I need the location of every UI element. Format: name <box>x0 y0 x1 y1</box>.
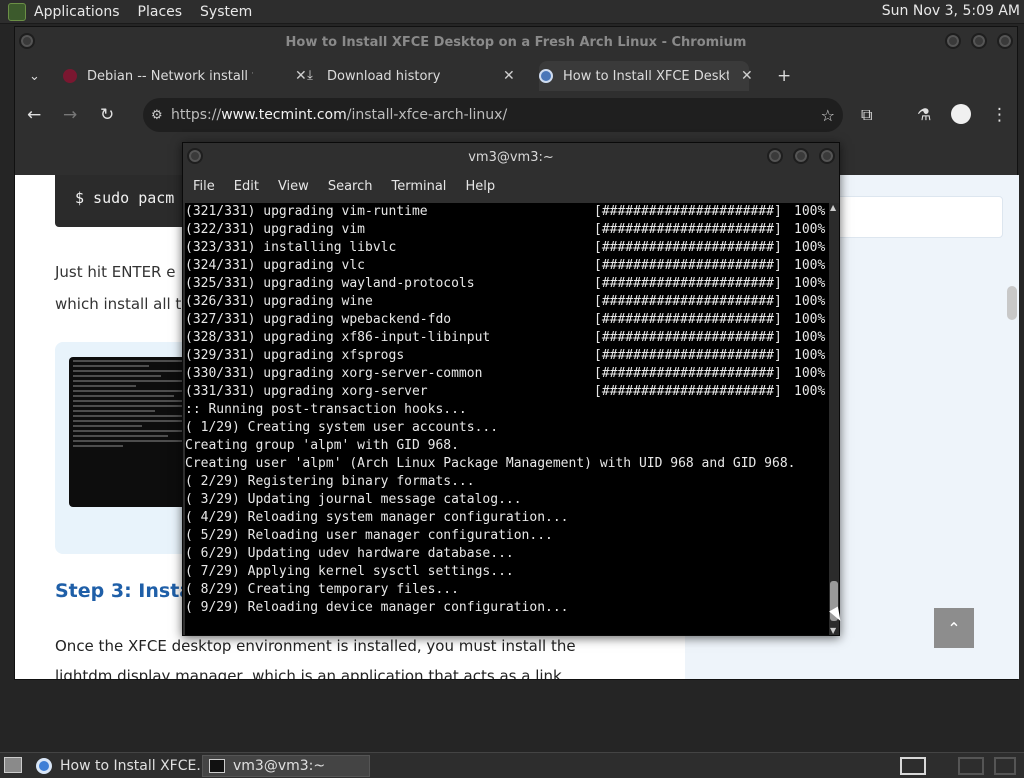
maximize-icon[interactable] <box>793 148 809 164</box>
menu-system[interactable]: System <box>200 4 252 20</box>
tab-strip: ⌄ Debian -- Network install fro ✕ ⤓ Down… <box>15 57 1017 93</box>
taskbar-item-terminal[interactable]: vm3@vm3:~ <box>202 755 370 777</box>
terminal-line: (325/331) upgrading wayland-protocols [##… <box>185 276 826 291</box>
terminal-menubar: File Edit View Search Terminal Help <box>183 171 839 201</box>
lab-flask-icon[interactable]: ⚗ <box>917 105 931 124</box>
sidebar-search-box[interactable] <box>835 196 1003 238</box>
terminal-title: vm3@vm3:~ <box>468 149 554 165</box>
browser-toolbar: ← → ↻ ⚙ https://www.tecmint.com/install-… <box>15 93 1017 137</box>
minimize-icon[interactable] <box>945 33 961 49</box>
kebab-menu-icon[interactable]: ⋮ <box>991 105 1008 125</box>
close-icon[interactable] <box>819 148 835 164</box>
screenshot-thumbnail[interactable] <box>69 357 195 507</box>
scroll-up-arrow-icon[interactable]: ▲ <box>830 203 836 212</box>
taskbar-item-label: vm3@vm3:~ <box>233 758 326 774</box>
top-panel: Applications Places System Sun Nov 3, 5:… <box>0 0 1024 24</box>
terminal-output[interactable]: (321/331) upgrading vim-runtime [########… <box>185 203 829 635</box>
panel-clock[interactable]: Sun Nov 3, 5:09 AM <box>882 3 1020 19</box>
globe-icon <box>539 69 553 83</box>
taskbar-item-label: How to Install XFCE... <box>60 758 200 774</box>
terminal-window: vm3@vm3:~ File Edit View Search Terminal… <box>182 142 840 636</box>
terminal-line: ( 4/29) Reloading system manager configu… <box>185 510 569 525</box>
tab-list-chevron-icon[interactable]: ⌄ <box>29 61 40 91</box>
terminal-line: (328/331) upgrading xf86-input-libinput[… <box>185 330 826 345</box>
url-text[interactable]: https://www.tecmint.com/install-xfce-arc… <box>171 107 507 123</box>
browser-titlebar[interactable]: How to Install XFCE Desktop on a Fresh A… <box>15 27 1017 57</box>
minimize-icon[interactable] <box>767 148 783 164</box>
menu-help[interactable]: Help <box>465 179 495 194</box>
profile-avatar-icon[interactable] <box>951 104 971 124</box>
workspace-3-icon[interactable] <box>994 757 1016 775</box>
terminal-line: ( 1/29) Creating system user accounts... <box>185 420 499 435</box>
terminal-line: ( 6/29) Updating udev hardware database.… <box>185 546 514 561</box>
tab-download-history[interactable]: ⤓ Download history ✕ <box>303 61 515 91</box>
new-tab-button[interactable]: + <box>777 61 791 91</box>
maximize-icon[interactable] <box>971 33 987 49</box>
menu-view[interactable]: View <box>278 179 309 194</box>
article-paragraph: which install all t <box>55 295 182 313</box>
terminal-line: :: Running post-transaction hooks... <box>185 402 467 417</box>
menu-edit[interactable]: Edit <box>234 179 259 194</box>
terminal-scrollbar[interactable]: ▲ ▼ <box>829 203 839 635</box>
terminal-line: (322/331) upgrading vim [################… <box>185 222 826 237</box>
terminal-line: (330/331) upgrading xorg-server-common [#… <box>185 366 826 381</box>
browser-title: How to Install XFCE Desktop on a Fresh A… <box>285 34 747 50</box>
terminal-line: (326/331) upgrading wine [###############… <box>185 294 826 309</box>
show-desktop-icon[interactable] <box>4 757 22 773</box>
terminal-line: Creating group 'alpm' with GID 968. <box>185 438 459 453</box>
terminal-line: (331/331) upgrading xorg-server [########… <box>185 384 826 399</box>
menu-file[interactable]: File <box>193 179 215 194</box>
menu-applications[interactable]: Applications <box>34 4 120 20</box>
terminal-line: ( 9/29) Reloading device manager configu… <box>185 600 569 615</box>
window-menu-icon[interactable] <box>187 148 203 164</box>
workspace-2-icon[interactable] <box>958 757 984 775</box>
tab-label: How to Install XFCE Desktop <box>563 68 729 84</box>
gnome-foot-icon[interactable] <box>8 2 26 21</box>
reload-icon[interactable]: ↻ <box>100 105 114 125</box>
terminal-line: (327/331) upgrading wpebackend-fdo [#####… <box>185 312 826 327</box>
back-arrow-icon[interactable]: ← <box>27 105 41 125</box>
menu-search[interactable]: Search <box>328 179 373 194</box>
tab-close-icon[interactable]: ✕ <box>741 68 753 84</box>
close-icon[interactable] <box>997 33 1013 49</box>
workspace-1-icon[interactable] <box>900 757 926 775</box>
download-icon: ⤓ <box>307 68 313 83</box>
page-scrollbar-thumb[interactable] <box>1007 286 1017 320</box>
terminal-line: ( 2/29) Registering binary formats... <box>185 474 475 489</box>
menu-places[interactable]: Places <box>138 4 183 20</box>
terminal-line: ( 5/29) Reloading user manager configura… <box>185 528 553 543</box>
terminal-line: (329/331) upgrading xfsprogs [###########… <box>185 348 826 363</box>
address-bar[interactable]: ⚙ https://www.tecmint.com/install-xfce-a… <box>143 98 843 132</box>
tab-debian[interactable]: Debian -- Network install fro ✕ <box>63 61 307 91</box>
tab-label: Download history <box>327 68 441 84</box>
site-info-icon[interactable]: ⚙ <box>151 108 163 123</box>
tab-close-icon[interactable]: ✕ <box>503 68 515 84</box>
forward-arrow-icon[interactable]: → <box>63 105 77 125</box>
article-paragraph: Once the XFCE desktop environment is ins… <box>55 637 576 655</box>
terminal-line: ( 7/29) Applying kernel sysctl settings.… <box>185 564 514 579</box>
terminal-line: ( 3/29) Updating journal message catalog… <box>185 492 522 507</box>
menu-terminal[interactable]: Terminal <box>391 179 446 194</box>
terminal-icon <box>209 759 225 773</box>
article-paragraph: Just hit ENTER e <box>55 263 176 281</box>
terminal-line: (323/331) installing libvlc [############… <box>185 240 826 255</box>
extensions-icon[interactable]: ⧉ <box>861 105 872 125</box>
debian-icon <box>63 69 77 83</box>
terminal-line: Creating user 'alpm' (Arch Linux Package… <box>185 456 796 471</box>
bottom-taskbar: How to Install XFCE... vm3@vm3:~ <box>0 752 1024 778</box>
terminal-line: (321/331) upgrading vim-runtime [########… <box>185 204 826 219</box>
terminal-line: ( 8/29) Creating temporary files... <box>185 582 459 597</box>
terminal-line: (324/331) upgrading vlc [################… <box>185 258 826 273</box>
chromium-icon <box>36 758 52 774</box>
terminal-titlebar[interactable]: vm3@vm3:~ <box>183 143 839 171</box>
scroll-to-top-button[interactable]: ⌃ <box>934 608 974 648</box>
article-paragraph: lightdm display manager, which is an app… <box>55 667 562 679</box>
taskbar-item-chromium[interactable]: How to Install XFCE... <box>30 755 200 777</box>
tab-label: Debian -- Network install fro <box>87 68 253 84</box>
scroll-down-arrow-icon[interactable]: ▼ <box>830 626 836 635</box>
bookmark-star-icon[interactable]: ☆ <box>821 106 835 125</box>
window-menu-icon[interactable] <box>19 33 35 49</box>
tab-xfce-active[interactable]: How to Install XFCE Desktop ✕ <box>539 61 753 91</box>
code-block: $ sudo pacm <box>55 175 195 227</box>
